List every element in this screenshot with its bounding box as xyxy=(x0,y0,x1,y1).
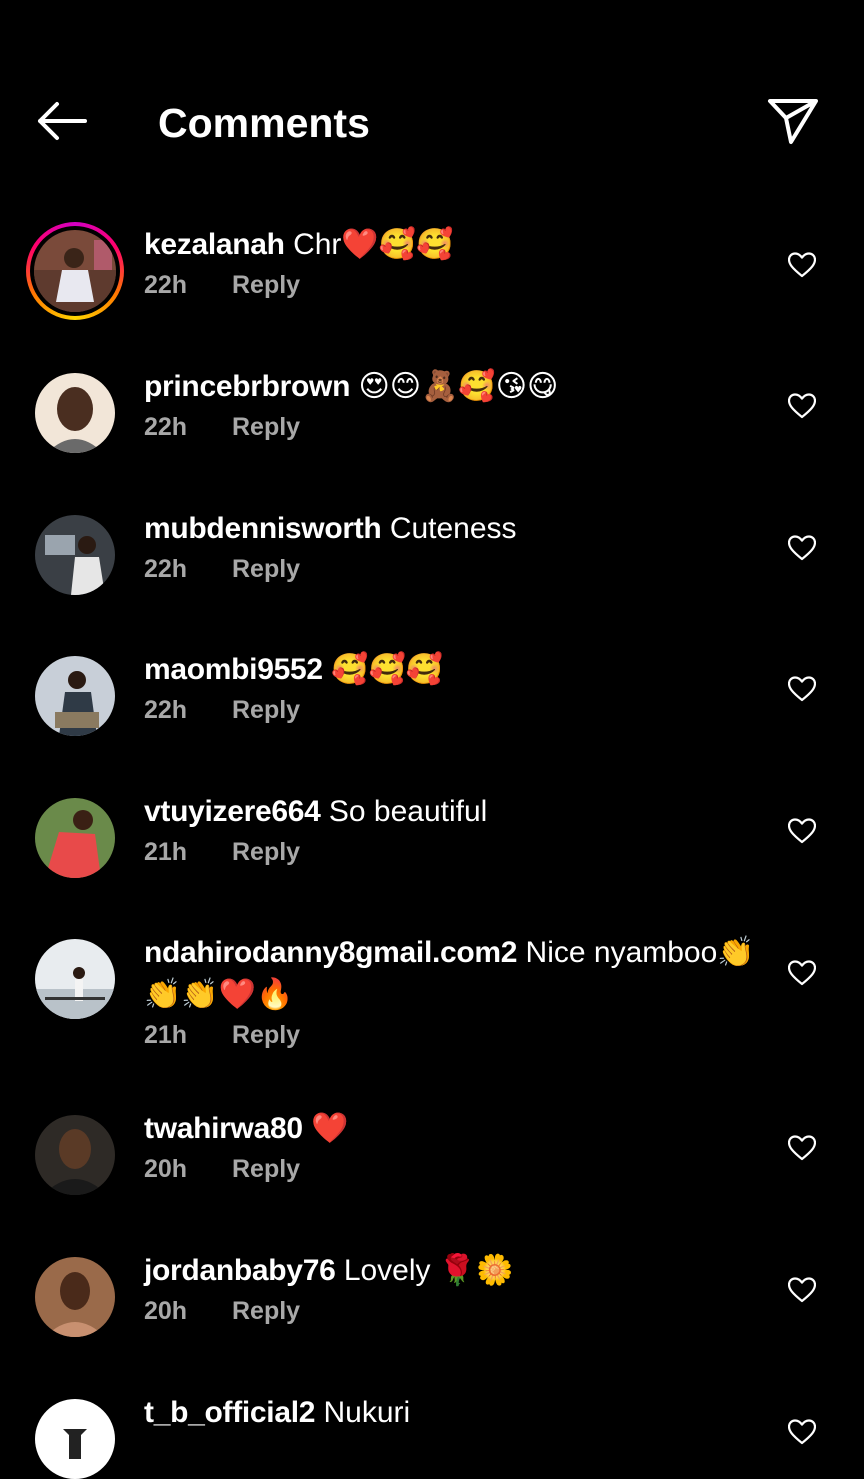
comment-text: 🥰🥰🥰 xyxy=(331,653,444,686)
page-title: Comments xyxy=(158,100,370,146)
avatar[interactable] xyxy=(35,798,115,878)
avatar xyxy=(34,230,116,312)
heart-icon xyxy=(787,1276,817,1308)
comment-username[interactable]: ndahirodanny8gmail.com2 xyxy=(144,936,517,969)
comment-time: 20h xyxy=(144,1297,188,1325)
like-button[interactable] xyxy=(784,1132,820,1168)
comment-text: Chr❤️🥰🥰 xyxy=(293,228,454,261)
share-button[interactable] xyxy=(762,94,824,152)
avatar[interactable] xyxy=(35,373,115,453)
back-button[interactable] xyxy=(30,98,92,148)
comment-text: Nukuri xyxy=(323,1396,411,1429)
comment-time: 22h xyxy=(144,413,188,441)
reply-button[interactable]: Reply xyxy=(232,1297,300,1325)
heart-icon xyxy=(787,817,817,849)
comment-text-line: kezalanah Chr❤️🥰🥰 xyxy=(144,224,759,266)
avatar[interactable] xyxy=(35,939,115,1019)
heart-icon xyxy=(787,392,817,424)
like-button[interactable] xyxy=(784,673,820,709)
comment-username[interactable]: vtuyizere664 xyxy=(144,795,321,828)
comment-time: 22h xyxy=(144,271,188,299)
heart-icon xyxy=(787,1134,817,1166)
avatar-story-ring[interactable] xyxy=(26,222,124,320)
comment-text: 😍😊🧸🥰😘😋 xyxy=(358,370,559,403)
comment-username[interactable]: t_b_official2 xyxy=(144,1396,315,1429)
avatar[interactable] xyxy=(35,1115,115,1195)
comment-username[interactable]: mubdennisworth xyxy=(144,512,382,545)
avatar[interactable] xyxy=(35,515,115,595)
arrow-left-icon xyxy=(35,101,87,146)
like-button[interactable] xyxy=(784,815,820,851)
comment-time: 22h xyxy=(144,555,188,583)
comment-time: 21h xyxy=(144,1021,188,1049)
comment-text: Lovely 🌹🌼 xyxy=(343,1254,514,1287)
comment-time: 20h xyxy=(144,1155,188,1183)
like-button[interactable] xyxy=(784,390,820,426)
reply-button[interactable]: Reply xyxy=(232,1155,300,1183)
comment-text: ❤️ xyxy=(311,1112,349,1145)
reply-button[interactable]: Reply xyxy=(232,696,300,724)
comment-username[interactable]: maombi9552 xyxy=(144,653,323,686)
avatar[interactable] xyxy=(35,1257,115,1337)
comment-username[interactable]: jordanbaby76 xyxy=(144,1254,336,1287)
avatar[interactable] xyxy=(35,656,115,736)
reply-button[interactable]: Reply xyxy=(232,1021,300,1049)
comment-time: 22h xyxy=(144,696,188,724)
reply-button[interactable]: Reply xyxy=(232,838,300,866)
like-button[interactable] xyxy=(784,249,820,285)
comment-text: So beautiful xyxy=(328,795,488,828)
reply-button[interactable]: Reply xyxy=(232,271,300,299)
reply-button[interactable]: Reply xyxy=(232,413,300,441)
comment-text: Cuteness xyxy=(389,512,517,545)
like-button[interactable] xyxy=(784,1416,820,1452)
comment-time: 21h xyxy=(144,838,188,866)
like-button[interactable] xyxy=(784,532,820,568)
paper-plane-icon xyxy=(767,97,819,150)
comment-username[interactable]: twahirwa80 xyxy=(144,1112,303,1145)
heart-icon xyxy=(787,251,817,283)
reply-button[interactable]: Reply xyxy=(232,555,300,583)
comment-text-line: ndahirodanny8gmail.com2 Nice nyamboo👏👏👏❤… xyxy=(144,932,759,1016)
heart-icon xyxy=(787,534,817,566)
comment-username[interactable]: princebrbrown xyxy=(144,370,350,403)
like-button[interactable] xyxy=(784,957,820,993)
like-button[interactable] xyxy=(784,1274,820,1310)
comment-username[interactable]: kezalanah xyxy=(144,228,285,261)
heart-icon xyxy=(787,959,817,991)
header: Comments xyxy=(0,78,864,168)
heart-icon xyxy=(787,675,817,707)
avatar[interactable] xyxy=(35,1399,115,1479)
